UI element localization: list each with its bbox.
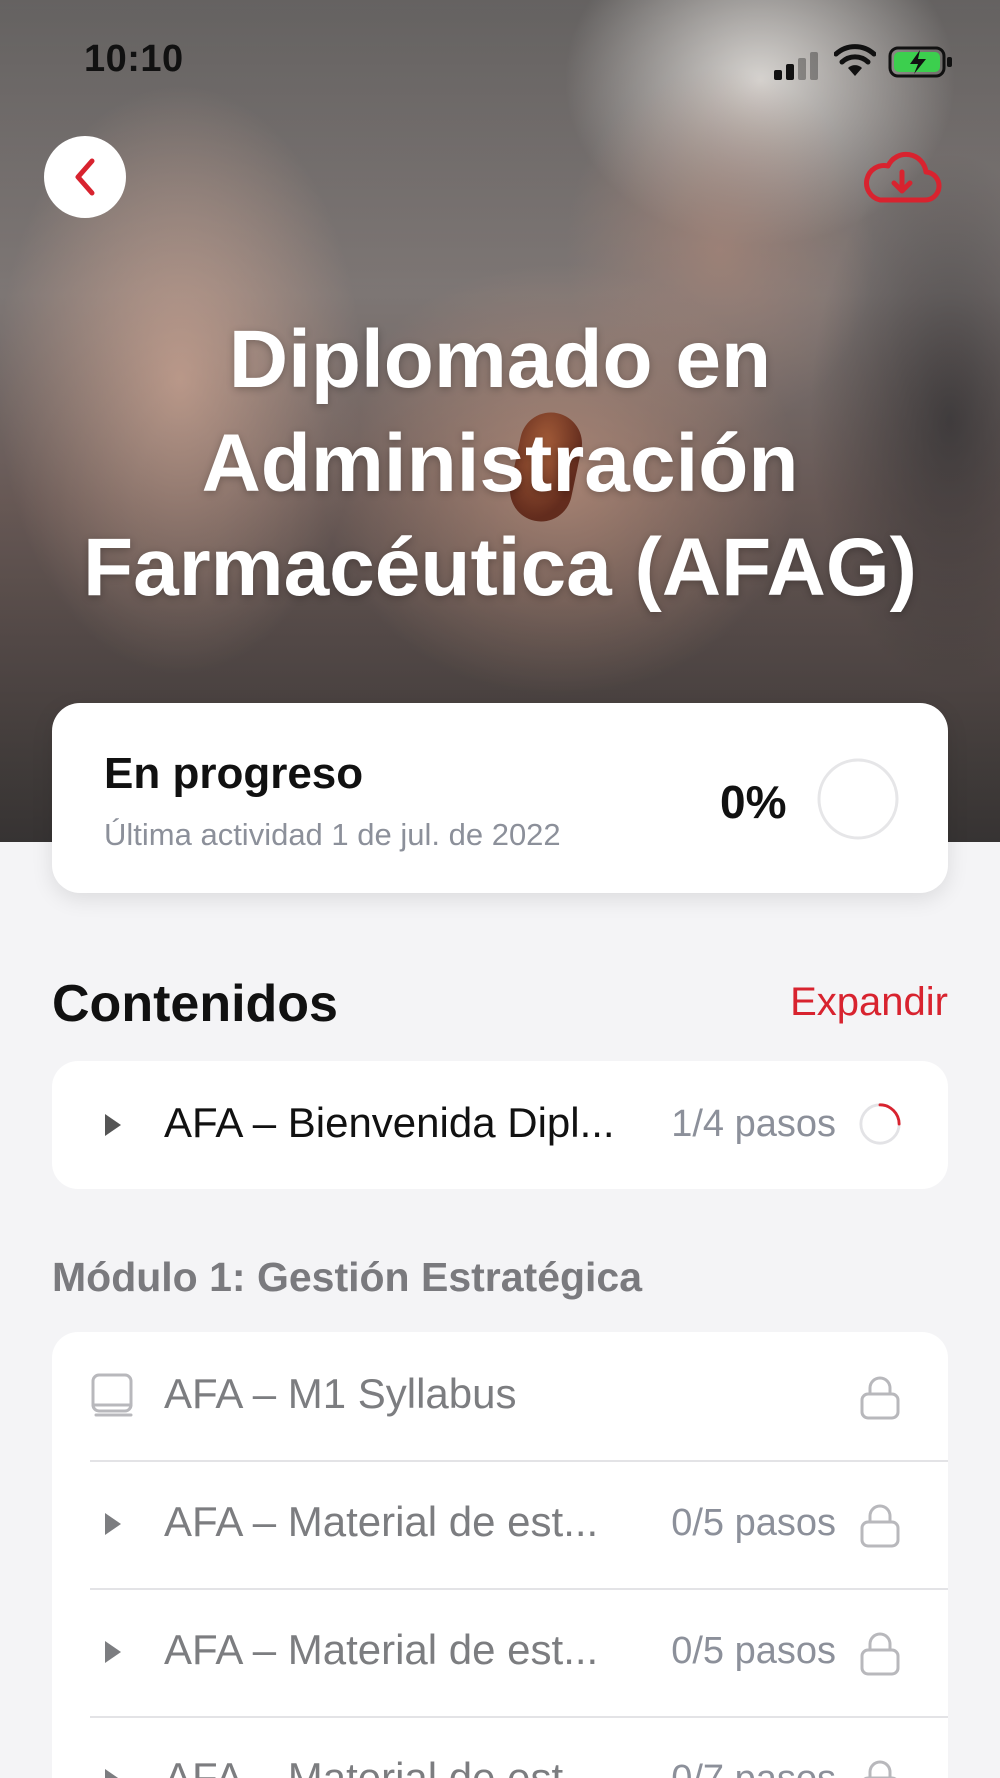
item-title: AFA – M1 Syllabus	[164, 1370, 517, 1417]
signal-icon	[774, 52, 820, 80]
play-caret-icon	[105, 1513, 121, 1535]
last-activity: Última actividad 1 de jul. de 2022	[104, 817, 561, 852]
book-icon	[91, 1373, 133, 1417]
list-item[interactable]: AFA – Material de est... 0/5 pasos	[52, 1588, 948, 1716]
expand-button[interactable]: Expandir	[790, 980, 948, 1025]
item-title: AFA – Bienvenida Dipl...	[164, 1099, 615, 1146]
item-title: AFA – Material de est...	[164, 1754, 599, 1778]
item-steps: 0/5 pasos	[671, 1502, 836, 1544]
cloud-download-icon[interactable]	[862, 146, 942, 208]
chevron-left-icon	[75, 158, 95, 196]
course-screen: 10:10 Diplomado en Administración Farmac…	[0, 0, 1000, 1778]
list-item[interactable]: AFA – Material de est... 0/7 pasos	[52, 1716, 948, 1778]
lock-icon	[860, 1632, 900, 1676]
list-item[interactable]: AFA – M1 Syllabus	[52, 1332, 948, 1460]
wifi-icon	[834, 44, 876, 76]
intro-card: AFA – Bienvenida Dipl... 1/4 pasos	[52, 1061, 948, 1189]
module-title: Módulo 1: Gestión Estratégica	[52, 1254, 643, 1300]
list-item[interactable]: AFA – Material de est... 0/5 pasos	[52, 1460, 948, 1588]
item-steps: 0/5 pasos	[671, 1630, 836, 1672]
progress-ring	[817, 758, 899, 840]
lock-icon	[860, 1504, 900, 1548]
module-card: AFA – M1 Syllabus AFA – Material de est.…	[52, 1332, 948, 1778]
lock-icon	[860, 1376, 900, 1420]
lock-icon	[863, 1760, 897, 1778]
item-steps: 1/4 pasos	[671, 1103, 836, 1145]
back-button[interactable]	[44, 136, 126, 218]
battery-charging-icon	[888, 46, 952, 78]
item-title: AFA – Material de est...	[164, 1498, 599, 1545]
course-title: Diplomado en Administración Farmacéutica…	[83, 314, 917, 613]
play-caret-icon	[105, 1114, 121, 1136]
play-caret-icon	[105, 1769, 119, 1778]
progress-status: En progreso	[104, 749, 364, 798]
progress-spinner-icon	[859, 1103, 901, 1145]
status-time: 10:10	[84, 38, 184, 80]
item-steps: 0/7 pasos	[671, 1758, 836, 1778]
progress-percent: 0%	[720, 776, 787, 828]
play-caret-icon	[105, 1641, 121, 1663]
list-item[interactable]: AFA – Bienvenida Dipl... 1/4 pasos	[52, 1061, 948, 1189]
contents-title: Contenidos	[52, 975, 338, 1033]
progress-card: En progreso Última actividad 1 de jul. d…	[52, 703, 948, 893]
item-title: AFA – Material de est...	[164, 1626, 599, 1673]
